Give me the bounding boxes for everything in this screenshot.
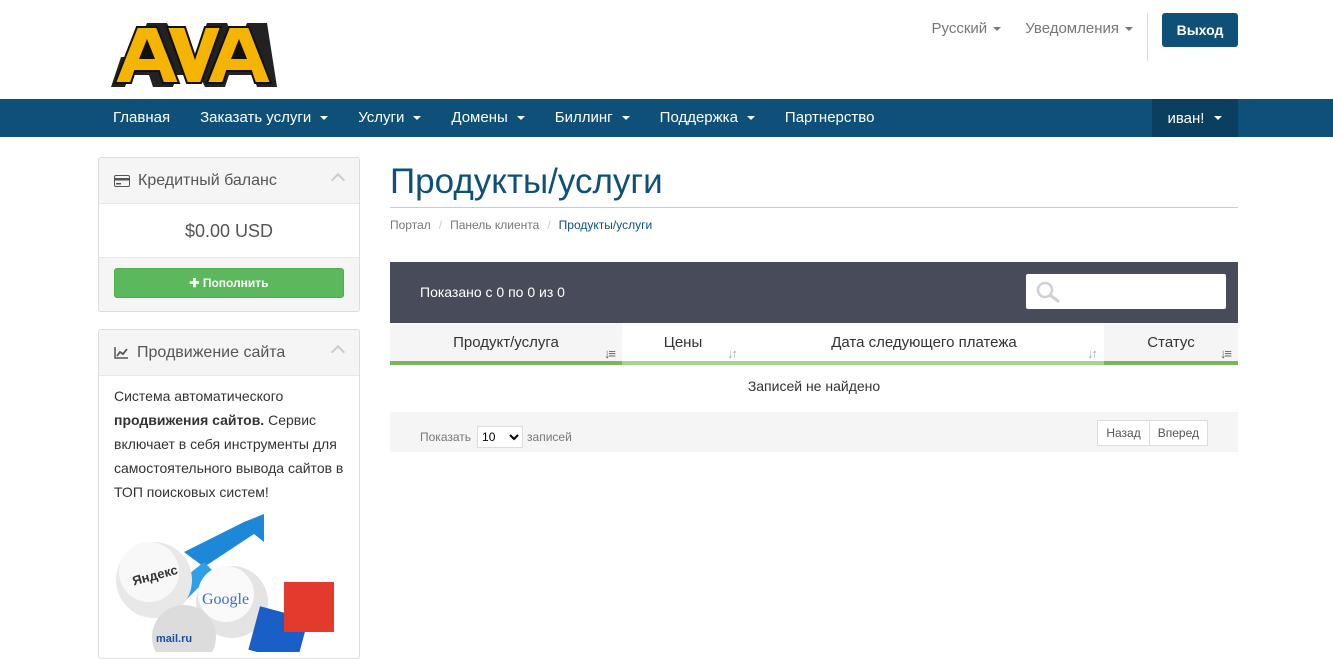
main-navbar: Главная Заказать услуги Услуги Домены Би…	[0, 99, 1333, 137]
prev-page-button[interactable]: Назад	[1097, 420, 1150, 446]
nav-item-services[interactable]: Услуги	[343, 99, 436, 137]
caret-down-icon	[413, 116, 422, 120]
site-logo[interactable]	[107, 13, 279, 89]
site-promotion-panel: Продвижение сайта Система автоматическог…	[98, 329, 360, 659]
next-page-button[interactable]: Вперед	[1149, 420, 1208, 446]
breadcrumb-current: Продукты/услуги	[558, 218, 653, 232]
caret-down-icon	[320, 116, 329, 120]
table-header: Продукт/услуга ↓≡ Цены ↓↑ Дата следующег…	[390, 323, 1238, 365]
user-menu-dropdown[interactable]: иван!	[1152, 99, 1238, 137]
chevron-up-icon[interactable]	[330, 172, 346, 188]
breadcrumb-portal[interactable]: Портал	[390, 218, 431, 232]
notifications-label: Уведомления	[1025, 20, 1119, 37]
column-label: Статус	[1147, 334, 1195, 351]
language-dropdown[interactable]: Русский	[932, 20, 1002, 37]
topup-button[interactable]: ✚ Пополнить	[114, 268, 344, 298]
nav-item-label: Заказать услуги	[200, 109, 312, 126]
column-header-status[interactable]: Статус ↓≡	[1104, 323, 1238, 365]
nav-item-order-services[interactable]: Заказать услуги	[185, 99, 343, 137]
search-icon	[1036, 281, 1060, 303]
nav-item-label: Поддержка	[659, 109, 738, 126]
page-size-control: Показать 10 записей	[420, 426, 572, 448]
user-menu-label: иван!	[1167, 109, 1205, 127]
table-toolbar: Показано с 0 по 0 из 0	[390, 262, 1238, 323]
show-label: Показать	[420, 430, 472, 444]
site-promotion-title: Продвижение сайта	[137, 343, 286, 361]
nav-item-billing[interactable]: Биллинг	[540, 99, 645, 137]
nav-item-home[interactable]: Главная	[98, 99, 185, 137]
column-header-product[interactable]: Продукт/услуга ↓≡	[390, 323, 622, 365]
nav-item-domains[interactable]: Домены	[436, 99, 539, 137]
nav-item-label: Домены	[451, 109, 508, 126]
column-label: Продукт/услуга	[453, 334, 559, 351]
site-header: Русский Уведомления Выход	[0, 0, 1333, 99]
credit-balance-amount: $0.00 USD	[99, 204, 359, 258]
credit-balance-panel: Кредитный баланс $0.00 USD ✚ Пополнить	[98, 157, 360, 312]
caret-down-icon	[621, 116, 630, 120]
column-header-next-due-date[interactable]: Дата следующего платежа ↓↑	[744, 323, 1104, 365]
caret-down-icon	[516, 116, 525, 120]
breadcrumb-separator: /	[438, 218, 443, 232]
line-chart-icon	[114, 346, 128, 359]
topup-label: Пополнить	[202, 276, 269, 290]
page-title: Продукты/услуги	[390, 162, 663, 201]
breadcrumb: Портал / Панель клиента / Продукты/услуг…	[390, 218, 652, 232]
caret-down-icon	[1125, 26, 1133, 31]
logout-button[interactable]: Выход	[1162, 13, 1238, 47]
nav-item-label: Услуги	[358, 109, 405, 126]
column-header-price[interactable]: Цены ↓↑	[622, 323, 744, 365]
notifications-dropdown[interactable]: Уведомления	[1025, 20, 1133, 37]
table-empty-message: Записей не найдено	[747, 378, 881, 394]
site-promotion-text: Система автоматического продвижения сайт…	[99, 376, 359, 512]
promo-text-part: Система автоматического	[114, 388, 284, 404]
page-size-select[interactable]: 10	[477, 426, 524, 448]
credit-card-icon	[114, 174, 130, 187]
nav-item-affiliates[interactable]: Партнерство	[770, 99, 890, 137]
credit-balance-header[interactable]: Кредитный баланс	[99, 158, 359, 204]
nav-item-label: Главная	[113, 109, 171, 126]
column-label: Дата следующего платежа	[831, 334, 1017, 351]
breadcrumb-separator: /	[547, 218, 551, 232]
top-links: Русский Уведомления Выход	[932, 0, 1238, 99]
header-divider	[1147, 13, 1148, 61]
language-label: Русский	[931, 20, 988, 37]
credit-balance-title: Кредитный баланс	[138, 171, 277, 189]
promo-text-bold: продвижения сайтов.	[114, 412, 265, 428]
promotion-image[interactable]: Яндекс Google mail.ru	[114, 512, 334, 652]
google-logo-text: Google	[202, 591, 249, 608]
table-info: Показано с 0 по 0 из 0	[420, 284, 565, 300]
nav-item-support[interactable]: Поддержка	[645, 99, 770, 137]
records-label: записей	[527, 430, 572, 444]
credit-balance-footer: ✚ Пополнить	[99, 258, 359, 311]
caret-down-icon	[1214, 116, 1223, 120]
column-label: Цены	[663, 334, 703, 351]
title-divider	[390, 207, 1238, 208]
chevron-up-icon[interactable]	[330, 344, 346, 360]
mailru-logo-text: mail.ru	[156, 633, 192, 645]
plus-icon: ✚	[189, 276, 203, 290]
site-promotion-header[interactable]: Продвижение сайта	[99, 330, 359, 376]
nav-menu: Главная Заказать услуги Услуги Домены Би…	[98, 99, 889, 137]
caret-down-icon	[993, 26, 1002, 31]
nav-item-label: Партнерство	[784, 109, 875, 126]
caret-down-icon	[746, 116, 755, 120]
nav-item-label: Биллинг	[554, 109, 613, 126]
table-footer: Показать 10 записей Назад Вперед	[390, 412, 1238, 452]
breadcrumb-client-area[interactable]: Панель клиента	[450, 218, 539, 232]
pagination: Назад Вперед	[1097, 420, 1208, 446]
